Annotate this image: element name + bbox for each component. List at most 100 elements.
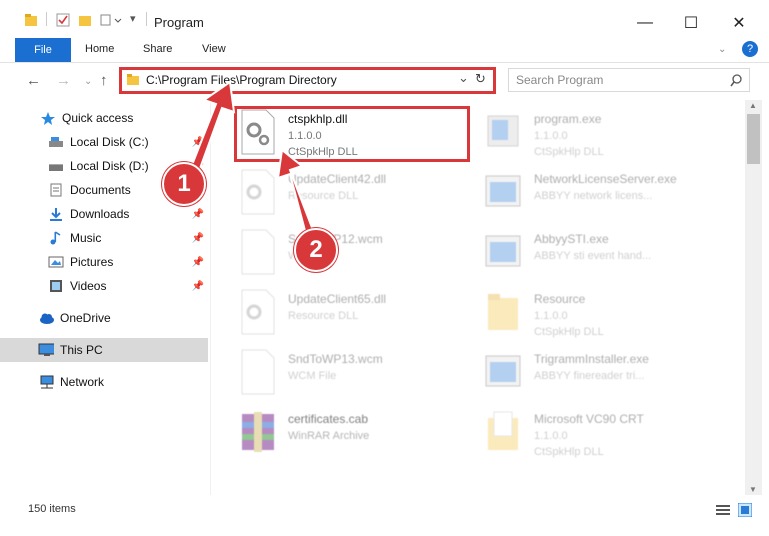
- chevron-down-icon[interactable]: ▾: [130, 12, 136, 25]
- toolbar-separator: [146, 12, 147, 26]
- window-title: Program: [154, 15, 204, 30]
- drive-icon: [49, 164, 63, 171]
- file-icon: [241, 349, 275, 395]
- star-icon: [41, 112, 55, 125]
- sidebar-item-label: Downloads: [70, 207, 130, 221]
- pin-icon[interactable]: 📌: [192, 209, 204, 220]
- close-button[interactable]: ✕: [716, 8, 762, 38]
- pin-icon[interactable]: 📌: [192, 281, 204, 292]
- file-type: WinRAR Archive: [288, 430, 370, 442]
- sidebar-item-label: OneDrive: [60, 311, 111, 325]
- exe-file-icon: [485, 355, 521, 387]
- file-name: TrigrammInstaller.exe: [534, 352, 649, 366]
- pictures-icon: [48, 256, 64, 268]
- folder-icon[interactable]: [24, 13, 38, 27]
- file-name: UpdateClient65.dll: [288, 292, 387, 306]
- address-highlight: [119, 67, 496, 94]
- up-button[interactable]: ↑: [100, 72, 108, 89]
- scroll-down-icon[interactable]: ▼: [749, 485, 757, 494]
- music-icon: [50, 231, 61, 245]
- file-description: ABBYY network licens...: [534, 190, 653, 202]
- details-view-icon[interactable]: [716, 504, 730, 516]
- file-item[interactable]: Resource 1.1.0.0 CtSpkHlp DLL: [484, 288, 714, 344]
- file-item[interactable]: Microsoft VC90 CRT 1.1.0.0 CtSpkHlp DLL: [484, 408, 714, 464]
- folder-icon: [488, 411, 518, 450]
- search-placeholder: Search Program: [516, 73, 604, 87]
- tab-file[interactable]: File: [15, 38, 71, 62]
- file-description: ABBYY finereader tri...: [534, 370, 645, 382]
- pin-icon[interactable]: 📌: [192, 257, 204, 268]
- file-name: NetworkLicenseServer.exe: [534, 172, 677, 186]
- sidebar-item-videos[interactable]: Videos 📌: [0, 274, 208, 298]
- tab-view[interactable]: View: [202, 43, 226, 55]
- file-item[interactable]: SndToWP13.wcm WCM File: [238, 348, 468, 404]
- exe-file-icon: [485, 175, 521, 207]
- file-name: certificates.cab: [288, 412, 369, 426]
- scroll-up-icon[interactable]: ▲: [749, 101, 757, 110]
- file-type: Resource DLL: [288, 310, 359, 322]
- file-version: 1.1.0.0: [534, 130, 568, 142]
- sidebar-item-onedrive[interactable]: OneDrive: [0, 306, 208, 330]
- toolbar-separator: [46, 12, 47, 26]
- network-icon: [40, 375, 54, 389]
- file-item[interactable]: program.exe 1.1.0.0 CtSpkHlp DLL: [484, 108, 714, 164]
- sidebar-item-music[interactable]: Music 📌: [0, 226, 208, 250]
- tab-share[interactable]: Share: [143, 43, 172, 55]
- file-type: WCM File: [288, 370, 337, 382]
- file-name: SndToWP13.wcm: [288, 352, 383, 366]
- file-item[interactable]: NetworkLicenseServer.exe ABBYY network l…: [484, 168, 714, 224]
- back-button[interactable]: ←: [26, 72, 41, 89]
- sidebar-item-label: Local Disk (D:): [70, 159, 149, 173]
- file-name: Resource: [534, 292, 586, 306]
- pin-icon[interactable]: 📌: [192, 137, 204, 148]
- item-count: 150 items: [28, 503, 76, 515]
- minimize-button[interactable]: —: [622, 8, 668, 38]
- properties-icon[interactable]: [56, 13, 70, 27]
- sidebar-item-quick-access[interactable]: Quick access: [0, 106, 208, 130]
- dll-file-icon: [241, 289, 275, 335]
- file-name: UpdateClient42.dll: [288, 172, 387, 186]
- file-item[interactable]: UpdateClient42.dll Resource DLL: [238, 168, 468, 224]
- pin-icon[interactable]: 📌: [192, 233, 204, 244]
- sidebar-item-this-pc[interactable]: This PC: [0, 338, 208, 362]
- scrollbar-thumb[interactable]: [747, 114, 760, 164]
- pane-divider[interactable]: [210, 100, 211, 495]
- search-icon[interactable]: [730, 74, 743, 87]
- file-item[interactable]: TrigrammInstaller.exe ABBYY finereader t…: [484, 348, 714, 404]
- file-item[interactable]: SndToWP12.wcm WCM File: [238, 228, 468, 284]
- file-description: CtSpkHlp DLL: [534, 446, 604, 458]
- pc-icon: [38, 343, 54, 356]
- videos-icon: [50, 280, 62, 292]
- drive-icon: [49, 137, 63, 147]
- sidebar-item-label: Videos: [70, 279, 107, 293]
- sidebar-item-downloads[interactable]: Downloads 📌: [0, 202, 208, 226]
- tab-home[interactable]: Home: [85, 43, 114, 55]
- file-item[interactable]: UpdateClient65.dll Resource DLL: [238, 288, 468, 344]
- customize-toolbar-icon[interactable]: [100, 13, 122, 27]
- forward-button[interactable]: →: [56, 72, 71, 89]
- step-badge-2: 2: [294, 228, 338, 272]
- sidebar-item-local-disk-c[interactable]: Local Disk (C:) 📌: [0, 130, 208, 154]
- dll-file-icon: [241, 169, 275, 215]
- sidebar-item-network[interactable]: Network: [0, 370, 208, 394]
- archive-icon: [242, 412, 274, 452]
- sidebar-item-label: This PC: [60, 343, 103, 357]
- new-folder-icon[interactable]: [78, 13, 92, 27]
- sidebar-item-pictures[interactable]: Pictures 📌: [0, 250, 208, 274]
- file-type: Resource DLL: [288, 190, 359, 202]
- exe-file-icon: [485, 235, 521, 267]
- ribbon-expand-icon[interactable]: ⌄: [718, 44, 726, 55]
- ribbon: [0, 38, 769, 63]
- documents-icon: [50, 183, 62, 197]
- large-icons-view-icon[interactable]: [738, 503, 752, 517]
- sidebar-item-label: Network: [60, 375, 105, 389]
- file-item[interactable]: certificates.cab WinRAR Archive: [238, 408, 468, 464]
- recent-locations-icon[interactable]: ⌄: [84, 76, 92, 87]
- file-highlight: [234, 106, 470, 162]
- help-icon[interactable]: ?: [742, 41, 758, 57]
- file-item[interactable]: AbbyySTI.exe ABBYY sti event hand...: [484, 228, 714, 284]
- maximize-button[interactable]: ☐: [668, 8, 714, 38]
- file-name: AbbyySTI.exe: [534, 232, 609, 246]
- file-version: 1.1.0.0: [534, 430, 568, 442]
- sidebar-item-label: Music: [70, 231, 102, 245]
